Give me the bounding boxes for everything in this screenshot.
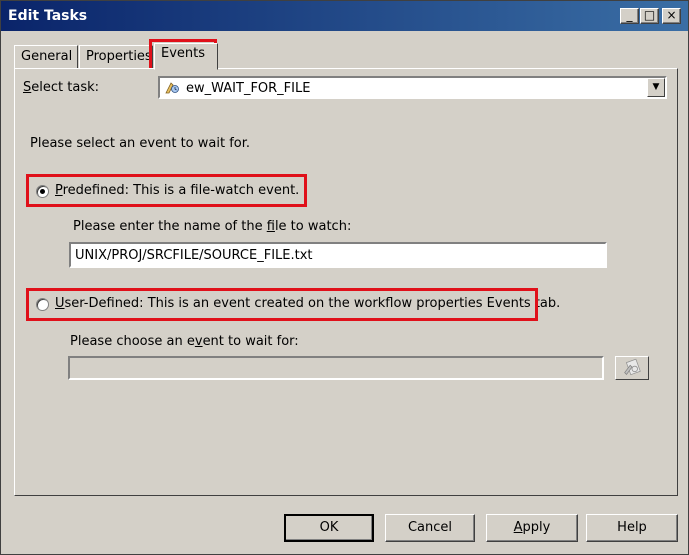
- maximize-icon: □: [643, 8, 656, 22]
- select-task-label: Select task:: [23, 80, 99, 95]
- browse-events-button[interactable]: [615, 356, 649, 380]
- tab-general-label: General: [21, 49, 73, 64]
- apply-button[interactable]: Apply: [486, 514, 578, 542]
- event-choice-input[interactable]: [68, 356, 604, 380]
- tab-properties[interactable]: Properties: [79, 45, 153, 69]
- tab-properties-label: Properties: [86, 49, 152, 64]
- browse-events-icon: [624, 358, 641, 376]
- edit-tasks-dialog: Edit Tasks _ □ × General Properties Even…: [0, 0, 689, 555]
- title-bar[interactable]: Edit Tasks _ □ ×: [1, 1, 688, 31]
- minimize-icon: _: [626, 8, 633, 22]
- instruction-text: Please select an event to wait for.: [30, 136, 251, 151]
- chevron-down-icon: ▼: [652, 82, 660, 92]
- event-wait-task-icon: [165, 82, 179, 94]
- help-button[interactable]: Help: [586, 514, 678, 542]
- window-title: Edit Tasks: [8, 8, 88, 24]
- maximize-button[interactable]: □: [640, 8, 659, 24]
- close-button[interactable]: ×: [662, 8, 681, 24]
- close-icon: ×: [666, 8, 677, 22]
- user-defined-label[interactable]: User-Defined: This is an event created o…: [55, 296, 560, 311]
- user-defined-radio[interactable]: [36, 298, 49, 311]
- file-to-watch-input[interactable]: [69, 242, 607, 268]
- minimize-button[interactable]: _: [620, 8, 639, 24]
- tab-events[interactable]: Events: [154, 43, 218, 70]
- ok-button[interactable]: OK: [284, 514, 374, 542]
- tab-events-label: Events: [161, 46, 206, 61]
- file-prompt-label: Please enter the name of the file to wat…: [73, 219, 352, 234]
- select-task-value: ew_WAIT_FOR_FILE: [186, 81, 311, 96]
- select-task-dropdown[interactable]: ew_WAIT_FOR_FILE ▼: [158, 76, 667, 99]
- predefined-radio[interactable]: [36, 185, 49, 198]
- event-prompt-label: Please choose an event to wait for:: [70, 334, 299, 349]
- cancel-button[interactable]: Cancel: [385, 514, 475, 542]
- events-tab-panel: [14, 68, 678, 496]
- dropdown-arrow-button[interactable]: ▼: [647, 78, 665, 97]
- tab-general[interactable]: General: [14, 45, 78, 69]
- predefined-label[interactable]: Predefined: This is a file-watch event.: [55, 183, 299, 198]
